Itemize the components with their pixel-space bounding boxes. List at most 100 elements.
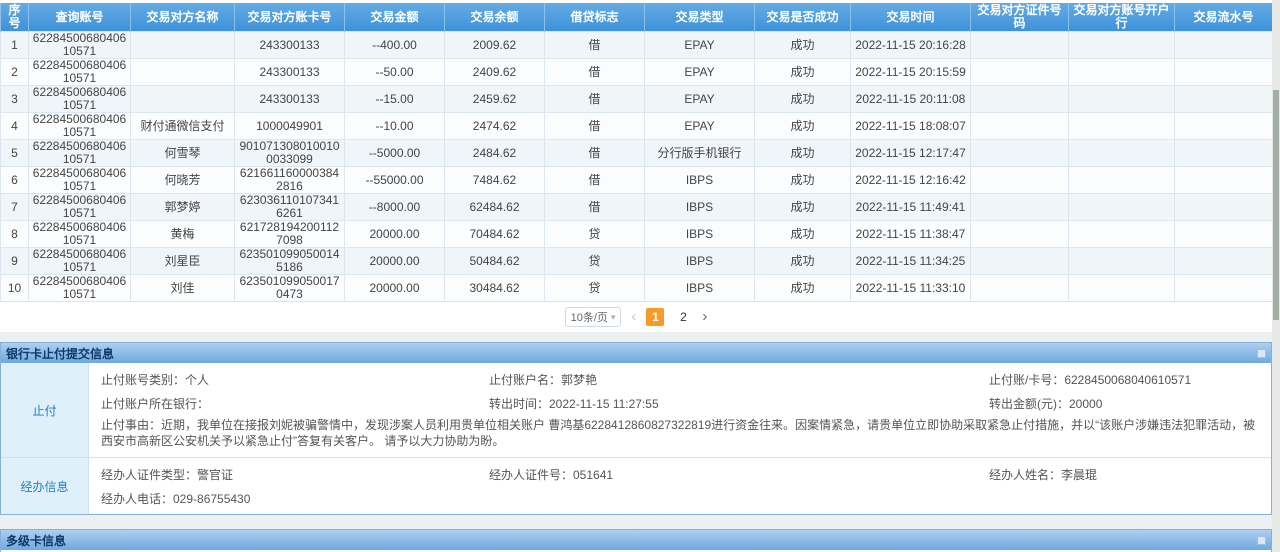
table-cell: [131, 86, 235, 113]
column-header: 查询账号: [29, 3, 131, 32]
column-header: 交易余额: [445, 3, 545, 32]
table-cell: 借: [545, 113, 645, 140]
column-header: 交易是否成功: [755, 3, 851, 32]
table-cell: 郭梦婷: [131, 194, 235, 221]
table-cell: 2022-11-15 11:38:47: [851, 221, 971, 248]
field-transfer-time: 转出时间：2022-11-15 11:27:55: [489, 395, 989, 412]
table-cell: 2474.62: [445, 113, 545, 140]
table-cell: 2484.62: [445, 140, 545, 167]
column-header: 交易流水号: [1175, 3, 1273, 32]
table-cell: 6228450068040610571: [29, 113, 131, 140]
page-button-1[interactable]: 1: [646, 308, 664, 326]
table-cell: [1069, 248, 1175, 275]
table-cell: 6228450068040610571: [29, 59, 131, 86]
table-cell: 成功: [755, 248, 851, 275]
table-row: 106228450068040610571刘佳62350109905001704…: [1, 275, 1273, 302]
table-cell: 成功: [755, 221, 851, 248]
table-cell: 9: [1, 248, 29, 275]
table-cell: --55000.00: [345, 167, 445, 194]
multi-card-panel: 多级卡信息 序号级别止付类型所属机构账号余额止付结果录入人录入单位录入时间 1一…: [0, 529, 1272, 552]
table-cell: 2459.62: [445, 86, 545, 113]
table-cell: EPAY: [645, 59, 755, 86]
table-cell: [1175, 221, 1273, 248]
multi-card-panel-header: 多级卡信息: [1, 530, 1271, 550]
field-row: 经办人电话：029-86755430: [101, 486, 1259, 510]
table-cell: [1175, 194, 1273, 221]
stop-payment-group: 止付 止付账号类别：个人 止付账户名：郭梦艳 止付账/卡号：6228450068…: [1, 363, 1271, 457]
scrollbar-thumb[interactable]: [1273, 90, 1279, 320]
table-row: 76228450068040610571郭梦婷62303611010734162…: [1, 194, 1273, 221]
collapse-icon[interactable]: [1257, 349, 1266, 358]
table-cell: 50484.62: [445, 248, 545, 275]
table-cell: 贷: [545, 221, 645, 248]
table-cell: 6217281942001127098: [235, 221, 345, 248]
page-size-label: 10条/页: [571, 309, 608, 325]
table-cell: 20000.00: [345, 221, 445, 248]
table-cell: 2: [1, 59, 29, 86]
table-cell: 6230361101073416261: [235, 194, 345, 221]
table-cell: 贷: [545, 275, 645, 302]
prev-page-button[interactable]: ‹: [631, 308, 636, 326]
table-cell: [1175, 86, 1273, 113]
table-cell: 6235010990500170473: [235, 275, 345, 302]
table-cell: 刘佳: [131, 275, 235, 302]
table-cell: 8: [1, 221, 29, 248]
column-header: 序号: [1, 3, 29, 32]
page-button-2[interactable]: 2: [674, 308, 692, 326]
table-cell: [1175, 140, 1273, 167]
table-cell: 243300133: [235, 32, 345, 59]
field-card-number: 止付账/卡号：6228450068040610571: [989, 371, 1259, 388]
table-cell: 6: [1, 167, 29, 194]
table-cell: 分行版手机银行: [645, 140, 755, 167]
table-cell: --400.00: [345, 32, 445, 59]
column-header: 交易金额: [345, 3, 445, 32]
column-header: 交易对方账卡号: [235, 3, 345, 32]
table-cell: 何雪琴: [131, 140, 235, 167]
table-cell: 6228450068040610571: [29, 167, 131, 194]
table-cell: [1175, 248, 1273, 275]
table-cell: [971, 113, 1069, 140]
table-cell: 成功: [755, 194, 851, 221]
column-header: 交易对方证件号码: [971, 3, 1069, 32]
field-account-name: 止付账户名：郭梦艳: [489, 371, 989, 388]
table-cell: [1069, 113, 1175, 140]
table-cell: 4: [1, 113, 29, 140]
table-row: 56228450068040610571何雪琴90107130801001000…: [1, 140, 1273, 167]
page-size-select[interactable]: 10条/页 ▾: [565, 307, 622, 327]
table-cell: [1069, 140, 1175, 167]
table-cell: 成功: [755, 275, 851, 302]
field-handler-name: 经办人姓名：李晨琨: [989, 466, 1259, 483]
table-cell: [1175, 167, 1273, 194]
table-cell: 黄梅: [131, 221, 235, 248]
scrollbar-track[interactable]: [1272, 0, 1280, 552]
table-cell: [131, 32, 235, 59]
table-cell: [1069, 275, 1175, 302]
table-cell: [971, 221, 1069, 248]
table-cell: 成功: [755, 113, 851, 140]
column-header: 借贷标志: [545, 3, 645, 32]
table-cell: 5: [1, 140, 29, 167]
stop-payment-panel-body: 止付 止付账号类别：个人 止付账户名：郭梦艳 止付账/卡号：6228450068…: [1, 363, 1271, 514]
table-cell: 借: [545, 86, 645, 113]
table-cell: 30484.62: [445, 275, 545, 302]
table-cell: EPAY: [645, 113, 755, 140]
table-cell: 20000.00: [345, 248, 445, 275]
table-cell: --10.00: [345, 113, 445, 140]
table-cell: 借: [545, 167, 645, 194]
table-row: 36228450068040610571243300133--15.002459…: [1, 86, 1273, 113]
table-cell: 7484.62: [445, 167, 545, 194]
table-cell: 2022-11-15 12:17:47: [851, 140, 971, 167]
table-cell: 6228450068040610571: [29, 86, 131, 113]
table-cell: 借: [545, 194, 645, 221]
table-cell: 2022-11-15 12:16:42: [851, 167, 971, 194]
table-cell: 9010713080100100033099: [235, 140, 345, 167]
table-cell: 2022-11-15 11:49:41: [851, 194, 971, 221]
column-header: 交易类型: [645, 3, 755, 32]
table-cell: 借: [545, 59, 645, 86]
table-cell: 成功: [755, 167, 851, 194]
table-cell: 成功: [755, 140, 851, 167]
next-page-button[interactable]: ›: [702, 308, 707, 326]
collapse-icon[interactable]: [1257, 536, 1266, 545]
field-handler-id-number: 经办人证件号：051641: [489, 466, 989, 483]
field-row: 止付账号类别：个人 止付账户名：郭梦艳 止付账/卡号：6228450068040…: [101, 367, 1259, 391]
